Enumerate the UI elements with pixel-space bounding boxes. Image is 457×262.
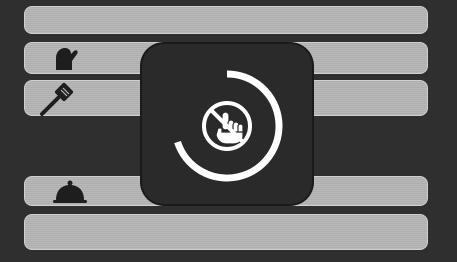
list-row-1[interactable] [24,6,428,34]
oven-mitt-icon [50,44,84,74]
touch-lock-overlay [142,44,312,204]
screen [0,0,457,262]
spatula-icon [38,82,76,116]
cloche-icon [50,178,90,206]
no-touch-hand-icon [202,101,252,151]
list-row-5[interactable] [24,214,428,250]
